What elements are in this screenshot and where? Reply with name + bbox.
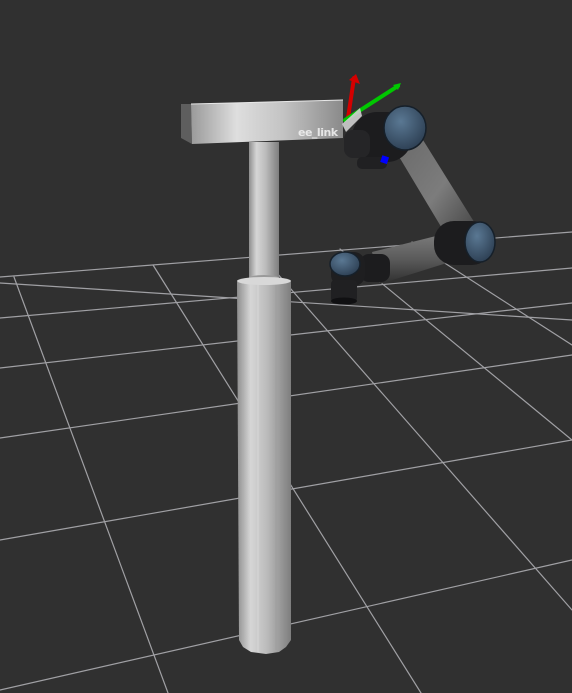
pedestal-top-plate[interactable] [181, 99, 344, 144]
scene-render[interactable] [0, 0, 572, 693]
pedestal-upper-column[interactable] [249, 142, 279, 281]
wrist-joint[interactable] [329, 251, 390, 305]
3d-viewport[interactable]: ee_link [0, 0, 572, 693]
elbow-joint[interactable] [434, 221, 496, 265]
pedestal-lower-column[interactable] [237, 277, 291, 654]
x-axis-line [346, 76, 356, 120]
robot-arm[interactable] [329, 105, 496, 305]
